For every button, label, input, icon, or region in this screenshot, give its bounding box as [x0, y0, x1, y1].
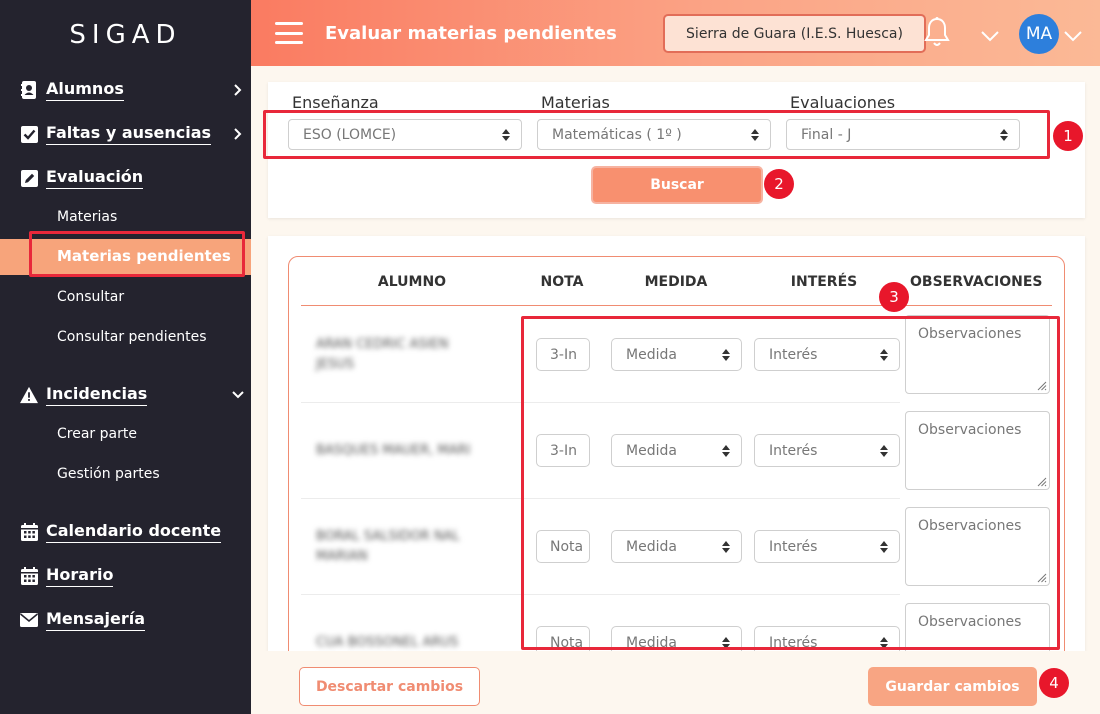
avatar[interactable]: MA	[1019, 14, 1059, 54]
sidebar-item-label: Mensajería	[46, 609, 145, 631]
sidebar-item-mensajeria[interactable]: Mensajería	[20, 608, 145, 632]
sidebar-item-calendario[interactable]: Calendario docente	[20, 520, 222, 544]
sidebar-item-materias[interactable]: Materias	[57, 208, 117, 226]
highlight-filters	[263, 110, 1050, 159]
bell-icon[interactable]	[923, 16, 951, 48]
student-name: CUA BOSSONEL ARUS	[316, 635, 459, 650]
sidebar-item-evaluacion[interactable]: Evaluación	[20, 166, 144, 190]
column-header-interes: INTERÉS	[790, 274, 858, 290]
calendar-icon	[20, 567, 38, 585]
school-selector-button[interactable]: Sierra de Guara (I.E.S. Huesca)	[663, 14, 926, 53]
highlight-active-item	[29, 231, 245, 277]
column-header-nota: NOTA	[540, 274, 584, 290]
sidebar-item-consultar[interactable]: Consultar	[57, 288, 124, 306]
calendar-icon	[20, 523, 38, 541]
save-changes-button[interactable]: Guardar cambios	[868, 667, 1037, 706]
page-title: Evaluar materias pendientes	[325, 23, 617, 44]
hamburger-menu-icon[interactable]	[275, 22, 303, 44]
annotation-badge-4: 4	[1039, 668, 1069, 698]
discard-changes-button[interactable]: Descartar cambios	[299, 667, 480, 706]
annotation-badge-3: 3	[879, 282, 909, 312]
header-divider	[301, 305, 1052, 306]
edit-icon	[20, 169, 38, 187]
student-card-icon	[20, 81, 38, 99]
chevron-down-icon[interactable]	[980, 27, 1000, 43]
sidebar-item-label: Alumnos	[46, 79, 124, 101]
checkbox-icon	[20, 125, 38, 143]
sidebar-item-consultar-pendientes[interactable]: Consultar pendientes	[57, 328, 207, 346]
annotation-badge-1: 1	[1053, 121, 1083, 151]
sidebar-item-crear-parte[interactable]: Crear parte	[57, 425, 137, 443]
column-header-medida: MEDIDA	[644, 274, 708, 290]
search-button[interactable]: Buscar	[591, 166, 763, 204]
top-header: Evaluar materias pendientes Sierra de Gu…	[251, 0, 1100, 66]
sidebar-item-faltas[interactable]: Faltas y ausencias	[20, 122, 251, 146]
sidebar-item-horario[interactable]: Horario	[20, 564, 114, 588]
brand-logo: SIGAD	[69, 20, 182, 50]
student-name: ARAN CEDRIC ASIEN JESUS	[316, 337, 449, 372]
sidebar: SIGAD Alumnos Faltas y ausencias Evaluac…	[0, 0, 251, 714]
column-header-alumno: ALUMNO	[377, 274, 447, 290]
sidebar-item-gestion-partes[interactable]: Gestión partes	[57, 465, 160, 483]
column-header-observaciones: OBSERVACIONES	[910, 274, 1043, 290]
sidebar-item-label: Faltas y ausencias	[46, 123, 212, 145]
sidebar-item-label: Calendario docente	[46, 521, 222, 543]
student-name: BASQUES MAUER, MARI	[316, 443, 471, 458]
sidebar-item-label: Horario	[46, 565, 114, 587]
sidebar-item-label: Evaluación	[46, 167, 144, 189]
chevron-down-icon	[231, 388, 245, 402]
highlight-grade-inputs	[521, 316, 1060, 650]
annotation-badge-2: 2	[764, 169, 794, 199]
sidebar-item-alumnos[interactable]: Alumnos	[20, 78, 251, 102]
chevron-down-icon[interactable]	[1063, 27, 1083, 43]
chevron-right-icon	[231, 83, 245, 97]
warning-icon	[20, 386, 38, 404]
envelope-icon	[20, 611, 38, 629]
sidebar-item-label: Incidencias	[46, 384, 148, 406]
sidebar-item-incidencias[interactable]: Incidencias	[20, 383, 251, 407]
student-name: BORAL SALSIDOR NAL MARIAN	[316, 529, 460, 564]
chevron-right-icon	[231, 127, 245, 141]
